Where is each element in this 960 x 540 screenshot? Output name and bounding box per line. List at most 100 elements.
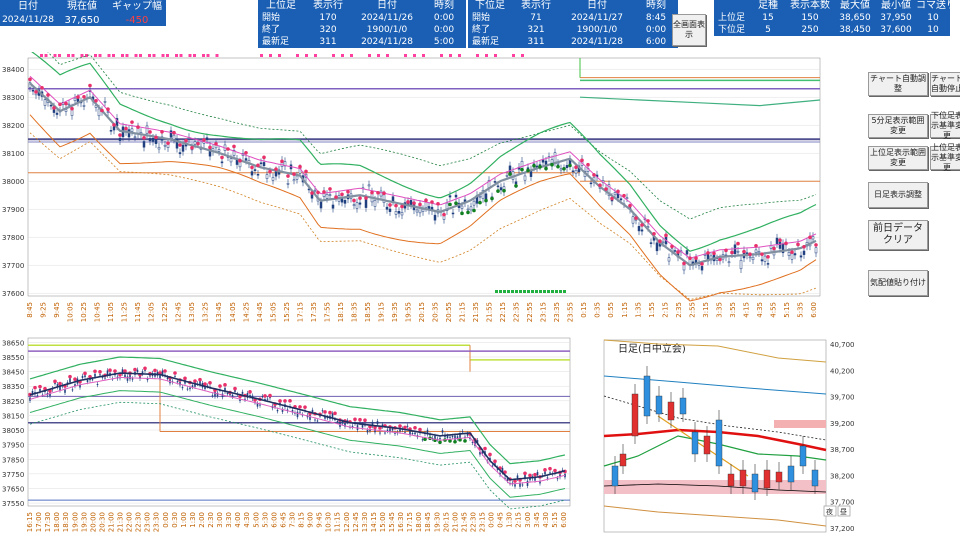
chart1-signal-dot [382,191,386,195]
chart-auto-adjust-button[interactable]: チャート自動調整 [868,72,928,96]
chart1-candle [67,103,71,106]
chart1-signal-dot [562,167,566,171]
chart3-candle [655,395,663,415]
chart2-candle [414,432,416,435]
lower_info-cell-0-2: 2024/11/27 [560,12,634,24]
chart1-xtick: 4:15 [742,302,750,318]
chart2-xtick: 1:30 [506,512,514,528]
upper_info-cell-2-2: 2024/11/28 [352,36,422,48]
chart1-candle [460,205,464,209]
chart1-candle [193,141,197,145]
chart2-signal-dot [543,468,547,472]
lower_info-header-3: 時刻 [634,0,678,12]
chart2-signal-dot [488,452,492,457]
chart1-candle [358,202,362,205]
upper_info-header-1: 表示行 [304,0,352,12]
date-header: 日付 [0,0,56,14]
5min-range-button[interactable]: 5分足表示範囲変更 [868,114,928,138]
chart1-candle [205,137,209,141]
chart1-candle [496,185,500,188]
chart2-candle [461,431,464,433]
right_table-header-4: 最小値 [876,0,916,12]
price-header: 現在値 [56,0,108,14]
chart1-signal-dot [496,189,500,193]
chart1-candle [151,137,155,142]
chart1-candle [793,253,797,256]
chart1-candle [379,190,383,197]
chart3-night-label: 夜 [826,507,833,516]
chart2-candle [399,429,401,432]
chart1-signal-dot [676,250,680,254]
chart2-xtick: 20:00 [89,512,97,532]
lower_info-header-2: 日付 [560,0,634,12]
upper-basis-button[interactable]: 上位足表示基準変更 [930,143,960,172]
paste-quotes-button[interactable]: 気配値貼り付け [868,270,928,296]
right_table-cell-1-5: 10 [916,24,950,36]
chart2-candle [189,387,191,390]
chart2-xtick: 4:00 [234,512,242,528]
upper_info-header-0: 上位足 [258,0,304,12]
chart2-xtick: 0:00 [488,512,496,528]
chart1-xtick: 0:35 [594,302,602,318]
chart1-candle [514,181,518,185]
clear-prev-button[interactable]: 前日データクリア [868,220,928,250]
chart2-candle [54,383,56,385]
chart1-xtick: 3:55 [729,302,737,318]
chart1-signal-dot [40,85,44,90]
chart1-signal-marker [404,54,407,57]
chart1-candle [727,261,731,264]
chart1-signal-dot [298,164,302,169]
chart1-signal-marker [215,54,219,57]
chart2-xtick: 0:30 [171,512,179,528]
lower-basis-button[interactable]: 下位足表示基準変更 [930,111,960,140]
chart2-candle [226,392,229,395]
chart1-xtick: 1:15 [621,302,629,318]
chart1-signal-marker [495,290,498,293]
right_table-header-1: 足種 [750,0,786,12]
chart1-signal-dot [478,200,482,205]
chart2-xtick: 21:00 [451,512,459,532]
chart2-xtick: 9:45 [316,512,324,528]
chart2-signal-dot [283,399,287,403]
chart1-signal-dot [94,98,98,103]
chart-auto-stop-button[interactable]: チャート自動停止 [930,72,960,96]
chart1-candle [172,134,176,140]
chart1-signal-dot [286,174,290,178]
chart1-signal-dot [394,203,398,208]
daily-adjust-button[interactable]: 日足表示調整 [868,182,928,208]
chart2-xtick: 15:45 [388,512,396,532]
chart1-candle [244,158,248,161]
chart1-candle [55,112,59,115]
chart1-signal-dot [244,150,248,155]
chart2-signal-dot [143,366,147,371]
chart1-signal-dot [370,190,374,195]
chart2-signal-dot [183,376,187,381]
chart1-signal-dot [760,252,764,256]
chart1-candle [409,200,413,205]
chart2-signal-dot [268,393,272,398]
fullscreen-button[interactable]: 全画面表示 [672,14,706,46]
chart1-signal-dot [766,255,770,259]
chart1-candle [493,181,497,183]
chart1-xtick: 20:15 [418,302,426,322]
upper-range-button[interactable]: 上位足表示範囲変更 [868,146,928,170]
chart1-signal-dot [346,189,350,194]
chart1-signal-dot [514,184,518,188]
chart1-signal-dot [706,251,710,255]
upper_info-cell-0-3: 0:00 [422,12,466,24]
chart2-signal-dot [483,446,487,451]
chart1-signal-dot [136,125,140,129]
chart1-signal-dot [442,212,446,217]
chart2-candle [434,435,436,439]
chart2-xtick: 16:30 [397,512,405,532]
chart1-signal-dot [742,249,746,254]
chart2-candle [91,379,94,381]
chart2-candle [386,429,389,432]
chart2-candle [129,374,131,380]
chart2-signal-dot [533,472,537,477]
chart2-ytick: 37950 [2,442,24,450]
chart3-candle [631,393,639,437]
chart1-candle [682,264,686,271]
chart1-xtick: 9:25 [40,302,48,318]
chart1-signal-dot [604,187,608,191]
